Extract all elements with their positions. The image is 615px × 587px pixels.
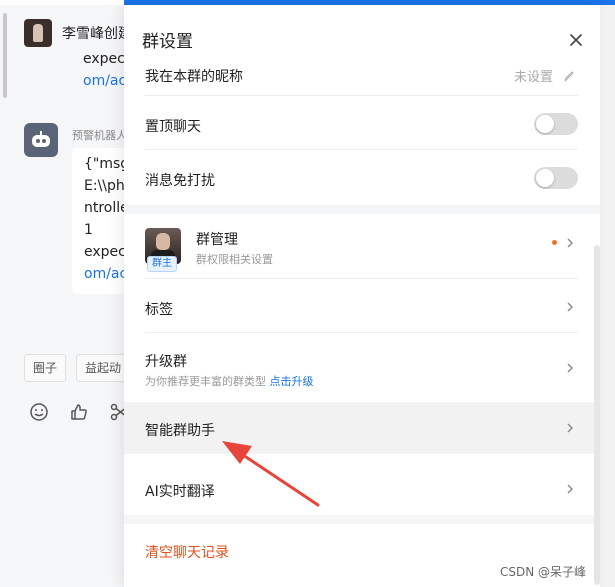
robot-icon[interactable]	[24, 123, 58, 157]
chat-scrollbar[interactable]	[3, 13, 7, 98]
upgrade-sub-text: 为你推荐更丰富的群类型	[145, 375, 266, 388]
chevron-right-icon	[567, 363, 573, 373]
upgrade-label: 升级群	[145, 354, 187, 370]
pin-chat-label: 置顶聊天	[145, 119, 201, 135]
quick-chip[interactable]: 益起动	[76, 354, 131, 382]
mute-toggle[interactable]	[534, 167, 578, 189]
ai-translate-label: AI实时翻译	[145, 484, 215, 500]
nickname-label: 我在本群的昵称	[145, 69, 243, 85]
close-icon[interactable]	[566, 30, 586, 50]
pin-chat-toggle[interactable]	[534, 113, 578, 135]
chevron-right-icon	[567, 238, 573, 248]
panel-header: 群设置	[124, 5, 600, 63]
group-manage-row[interactable]: 群主 群管理 群权限相关设置	[124, 214, 600, 279]
smart-assistant-label: 智能群助手	[145, 423, 215, 439]
panel-title: 群设置	[142, 32, 193, 52]
nickname-value: 未设置	[514, 70, 554, 85]
upgrade-link[interactable]: 点击升级	[270, 375, 314, 388]
thumbs-up-icon[interactable]	[69, 402, 89, 422]
group-manage-sub: 群权限相关设置	[196, 253, 273, 266]
message-text: expec	[83, 51, 125, 67]
owner-badge: 群主	[147, 256, 177, 272]
clear-history-label[interactable]: 清空聊天记录	[145, 542, 229, 562]
quick-chip[interactable]: 圈子	[24, 354, 67, 382]
upgrade-sub: 为你推荐更丰富的群类型 点击升级	[145, 373, 314, 389]
ai-translate-row[interactable]: AI实时翻译	[124, 463, 600, 515]
message-link[interactable]: om/ac	[83, 70, 126, 92]
chat-avatar[interactable]	[24, 19, 52, 47]
pin-chat-row: 置顶聊天	[124, 97, 600, 150]
watermark: CSDN @呆子峰	[500, 565, 587, 579]
section-gap	[124, 515, 600, 524]
section-gap	[124, 205, 600, 214]
message-line: ntrolle	[84, 200, 129, 216]
chat-header: 李雪峰创建	[24, 19, 132, 47]
panel-scrollbar[interactable]	[594, 245, 600, 585]
mute-row: 消息免打扰	[124, 151, 600, 205]
upgrade-row[interactable]: 升级群 为你推荐更丰富的群类型 点击升级	[124, 334, 600, 401]
emoji-icon[interactable]	[29, 402, 49, 422]
chevron-right-icon	[567, 423, 573, 433]
notification-dot	[552, 240, 557, 245]
chat-pane: 李雪峰创建 expec om/ac 预警机器人 {"msg" E:\\php n…	[0, 5, 140, 587]
sender-name: 预警机器人	[72, 129, 127, 142]
group-settings-panel: 我在本群的昵称 未设置 群设置 置顶聊天 消息免打扰 群主 群管理 群权限相关设…	[124, 5, 600, 587]
mute-label: 消息免打扰	[145, 173, 215, 189]
message-line: 1	[84, 222, 93, 238]
chevron-right-icon	[567, 302, 573, 312]
tags-label: 标签	[145, 302, 173, 318]
chat-title: 李雪峰创建	[62, 26, 132, 42]
smart-assistant-row[interactable]: 智能群助手	[124, 402, 600, 454]
top-accent-gap	[0, 0, 124, 5]
window-margin	[600, 5, 615, 587]
edit-icon[interactable]	[564, 70, 574, 82]
tags-row[interactable]: 标签	[124, 280, 600, 333]
chevron-right-icon	[567, 484, 573, 494]
group-manage-label: 群管理	[196, 232, 238, 248]
message-link[interactable]: om/ac	[84, 263, 127, 285]
